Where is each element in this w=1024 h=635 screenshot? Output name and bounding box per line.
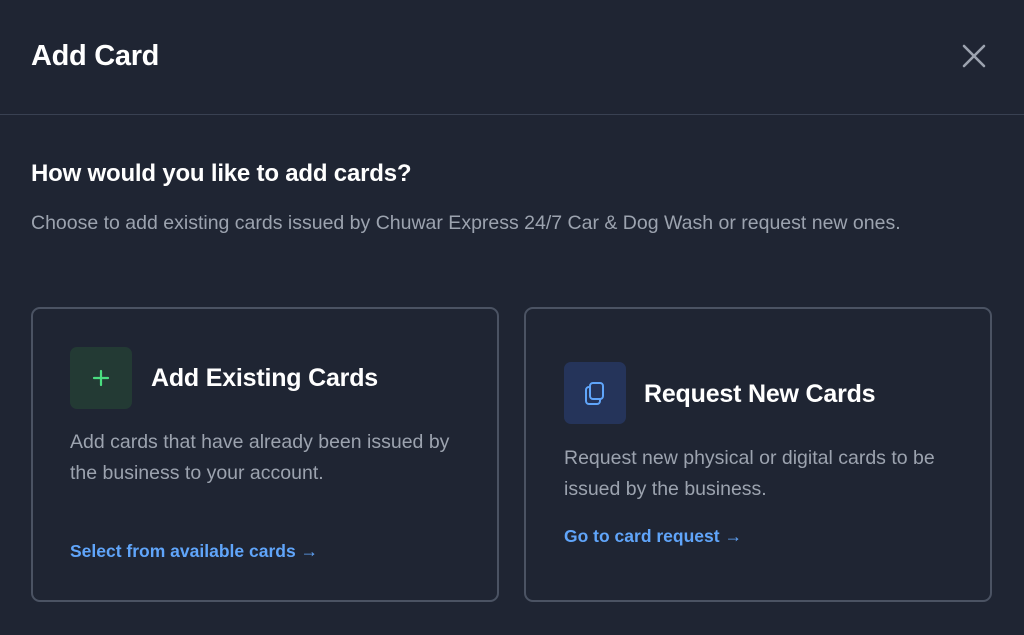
section-heading: How would you like to add cards?: [31, 160, 412, 187]
plus-icon-container: [70, 347, 132, 409]
request-new-cards-option[interactable]: Request New Cards Request new physical o…: [524, 307, 992, 602]
close-icon: [962, 44, 986, 68]
request-new-cards-description: Request new physical or digital cards to…: [564, 447, 935, 500]
section-description: Choose to add existing cards issued by C…: [31, 212, 901, 234]
add-existing-cards-title: Add Existing Cards: [151, 364, 378, 392]
add-existing-cards-description: Add cards that have already been issued …: [70, 431, 450, 484]
copy-cards-icon-container: [564, 362, 626, 424]
close-button[interactable]: [955, 37, 993, 75]
select-available-cards-link[interactable]: Select from available cards →: [70, 539, 318, 563]
go-to-card-request-link[interactable]: Go to card request →: [564, 524, 742, 548]
add-existing-cards-option[interactable]: Add Existing Cards Add cards that have a…: [31, 307, 499, 602]
modal-title: Add Card: [31, 40, 160, 72]
request-new-cards-title: Request New Cards: [644, 380, 876, 408]
plus-icon: [92, 369, 110, 387]
add-card-modal: Add Card How would you like to add cards…: [0, 0, 1024, 635]
copy-cards-icon: [585, 382, 604, 405]
modal-header: Add Card: [0, 0, 1024, 115]
